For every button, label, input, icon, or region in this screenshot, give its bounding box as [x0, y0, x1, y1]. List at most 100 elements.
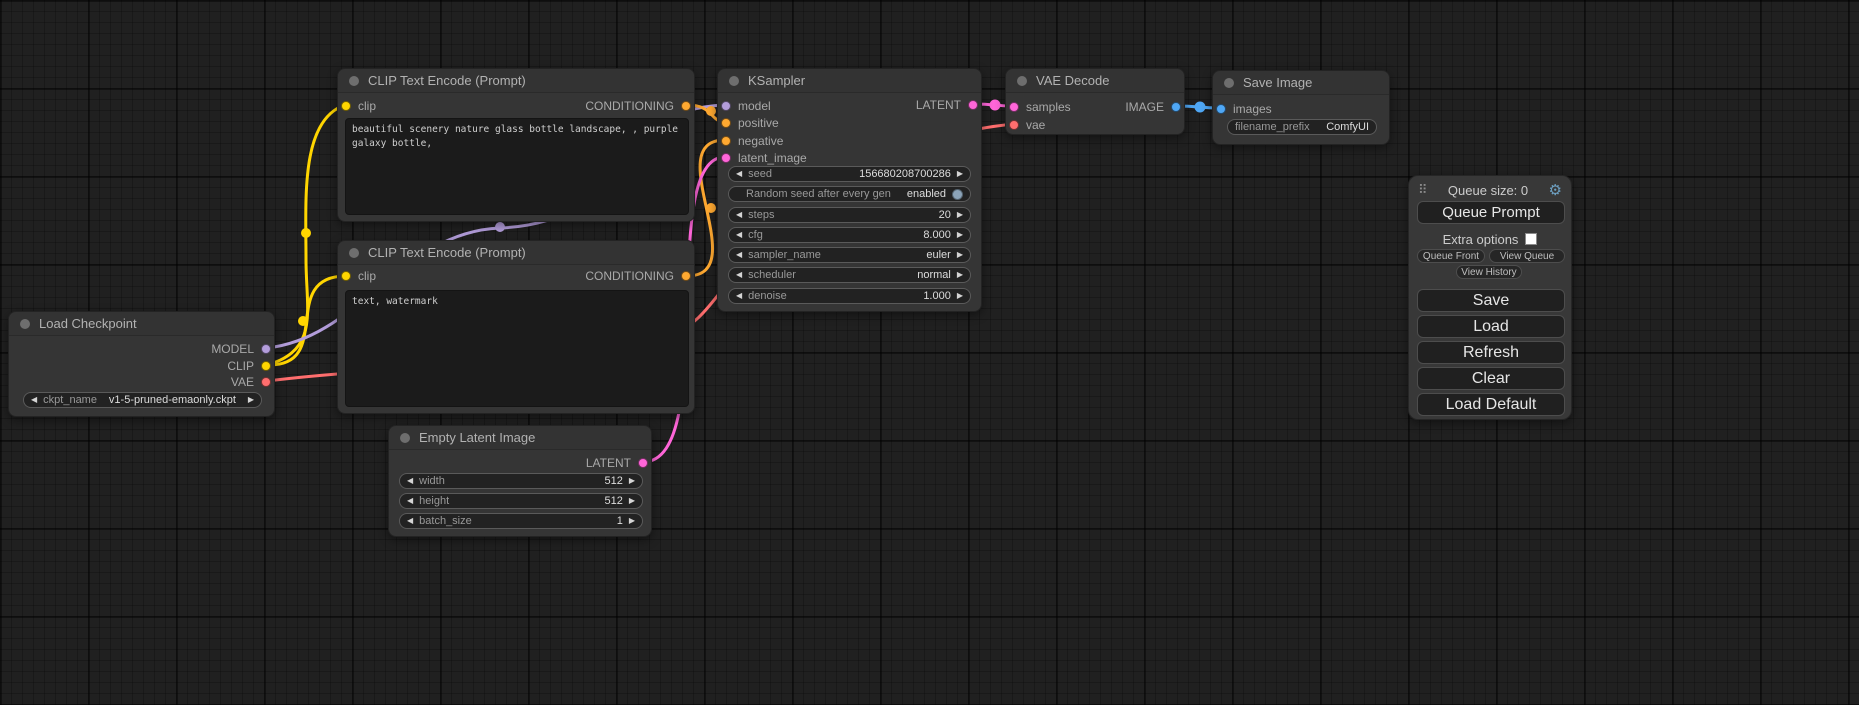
seed-widget[interactable]: ◀ seed 156680208700286 ▶	[728, 166, 971, 182]
node-collapse-dot[interactable]	[400, 433, 410, 443]
node-save-image[interactable]: Save Image images filename_prefix ComfyU…	[1212, 70, 1390, 145]
increment-arrow-icon[interactable]: ▶	[957, 170, 963, 178]
link-midpoint-dot[interactable]	[706, 203, 716, 213]
width-widget[interactable]: ◀ width 512 ▶	[399, 473, 643, 489]
image-output-dot[interactable]	[1171, 102, 1181, 112]
node-graph-canvas[interactable]: Load Checkpoint MODEL CLIP VAE ◀ ckpt_na…	[0, 0, 1859, 705]
vae-input-dot[interactable]	[1009, 120, 1019, 130]
refresh-button[interactable]: Refresh	[1417, 341, 1565, 364]
output-slot-image[interactable]: IMAGE	[1125, 100, 1181, 114]
prompt-textarea[interactable]: text, watermark	[345, 290, 689, 407]
output-slot-conditioning[interactable]: CONDITIONING	[585, 99, 691, 113]
random-seed-toggle-widget[interactable]: Random seed after every gen enabled	[728, 186, 971, 202]
link-midpoint-dot[interactable]	[1195, 102, 1206, 113]
latent-input-dot[interactable]	[721, 153, 731, 163]
input-slot-positive[interactable]: positive	[721, 116, 779, 130]
output-slot-model[interactable]: MODEL	[211, 342, 271, 356]
denoise-widget[interactable]: ◀ denoise 1.000 ▶	[728, 288, 971, 304]
latent-output-dot[interactable]	[638, 458, 648, 468]
decrement-arrow-icon[interactable]: ◀	[736, 271, 742, 279]
node-title-bar[interactable]: Empty Latent Image	[389, 426, 651, 450]
node-collapse-dot[interactable]	[349, 76, 359, 86]
output-slot-vae[interactable]: VAE	[231, 375, 271, 389]
increment-arrow-icon[interactable]: ▶	[957, 211, 963, 219]
link-midpoint-dot[interactable]	[298, 316, 308, 326]
node-collapse-dot[interactable]	[20, 319, 30, 329]
node-title-bar[interactable]: Save Image	[1213, 71, 1389, 95]
positive-input-dot[interactable]	[721, 118, 731, 128]
node-clip-text-encode-positive[interactable]: CLIP Text Encode (Prompt) clip CONDITION…	[337, 68, 695, 222]
ckpt-name-widget[interactable]: ◀ ckpt_name v1-5-pruned-emaonly.ckpt ▶	[23, 392, 262, 408]
queue-front-button[interactable]: Queue Front	[1417, 249, 1485, 263]
node-ksampler[interactable]: KSampler model positive negative latent_…	[717, 68, 982, 312]
images-input-dot[interactable]	[1216, 104, 1226, 114]
link-midpoint-dot[interactable]	[301, 228, 311, 238]
increment-arrow-icon[interactable]: ▶	[629, 497, 635, 505]
output-slot-latent[interactable]: LATENT	[586, 456, 648, 470]
input-slot-clip[interactable]: clip	[341, 99, 376, 113]
conditioning-output-dot[interactable]	[681, 271, 691, 281]
extra-options-checkbox[interactable]	[1525, 233, 1537, 245]
view-history-button[interactable]: View History	[1456, 265, 1522, 279]
view-queue-button[interactable]: View Queue	[1489, 249, 1565, 263]
output-slot-conditioning[interactable]: CONDITIONING	[585, 269, 691, 283]
input-slot-clip[interactable]: clip	[341, 269, 376, 283]
node-collapse-dot[interactable]	[1017, 76, 1027, 86]
node-collapse-dot[interactable]	[349, 248, 359, 258]
decrement-arrow-icon[interactable]: ◀	[736, 251, 742, 259]
samples-input-dot[interactable]	[1009, 102, 1019, 112]
node-title-bar[interactable]: KSampler	[718, 69, 981, 93]
clip-output-dot[interactable]	[261, 361, 271, 371]
save-button[interactable]: Save	[1417, 289, 1565, 312]
node-title-bar[interactable]: CLIP Text Encode (Prompt)	[338, 69, 694, 93]
cfg-widget[interactable]: ◀ cfg 8.000 ▶	[728, 227, 971, 243]
model-input-dot[interactable]	[721, 101, 731, 111]
node-empty-latent-image[interactable]: Empty Latent Image LATENT ◀ width 512 ▶ …	[388, 425, 652, 537]
sampler-name-widget[interactable]: ◀ sampler_name euler ▶	[728, 247, 971, 263]
input-slot-samples[interactable]: samples	[1009, 100, 1071, 114]
latent-output-dot[interactable]	[968, 100, 978, 110]
increment-arrow-icon[interactable]: ▶	[629, 477, 635, 485]
prompt-textarea[interactable]: beautiful scenery nature glass bottle la…	[345, 118, 689, 215]
increment-arrow-icon[interactable]: ▶	[957, 292, 963, 300]
increment-arrow-icon[interactable]: ▶	[248, 396, 254, 404]
queue-prompt-button[interactable]: Queue Prompt	[1417, 201, 1565, 224]
conditioning-output-dot[interactable]	[681, 101, 691, 111]
decrement-arrow-icon[interactable]: ◀	[736, 211, 742, 219]
node-title-bar[interactable]: Load Checkpoint	[9, 312, 274, 336]
input-slot-images[interactable]: images	[1216, 102, 1272, 116]
input-slot-vae[interactable]: vae	[1009, 118, 1045, 132]
vae-output-dot[interactable]	[261, 377, 271, 387]
node-clip-text-encode-negative[interactable]: CLIP Text Encode (Prompt) clip CONDITION…	[337, 240, 695, 414]
height-widget[interactable]: ◀ height 512 ▶	[399, 493, 643, 509]
decrement-arrow-icon[interactable]: ◀	[407, 497, 413, 505]
node-vae-decode[interactable]: VAE Decode samples vae IMAGE	[1005, 68, 1185, 135]
toggle-dot[interactable]	[952, 189, 963, 200]
input-slot-latent-image[interactable]: latent_image	[721, 151, 807, 165]
link-midpoint-dot[interactable]	[990, 100, 1001, 111]
increment-arrow-icon[interactable]: ▶	[957, 251, 963, 259]
clip-input-dot[interactable]	[341, 271, 351, 281]
negative-input-dot[interactable]	[721, 136, 731, 146]
increment-arrow-icon[interactable]: ▶	[629, 517, 635, 525]
load-button[interactable]: Load	[1417, 315, 1565, 338]
input-slot-model[interactable]: model	[721, 99, 771, 113]
gear-icon[interactable]: ⚙	[1549, 183, 1562, 198]
clip-input-dot[interactable]	[341, 101, 351, 111]
decrement-arrow-icon[interactable]: ◀	[31, 396, 37, 404]
node-title-bar[interactable]: VAE Decode	[1006, 69, 1184, 93]
decrement-arrow-icon[interactable]: ◀	[736, 292, 742, 300]
decrement-arrow-icon[interactable]: ◀	[736, 170, 742, 178]
link-midpoint-dot[interactable]	[495, 222, 505, 232]
output-slot-clip[interactable]: CLIP	[227, 359, 271, 373]
drag-handle-icon[interactable]: ⠿	[1418, 183, 1428, 198]
decrement-arrow-icon[interactable]: ◀	[407, 517, 413, 525]
decrement-arrow-icon[interactable]: ◀	[736, 231, 742, 239]
increment-arrow-icon[interactable]: ▶	[957, 271, 963, 279]
link-midpoint-dot[interactable]	[706, 106, 716, 116]
steps-widget[interactable]: ◀ steps 20 ▶	[728, 207, 971, 223]
output-slot-latent[interactable]: LATENT	[916, 98, 978, 112]
scheduler-widget[interactable]: ◀ scheduler normal ▶	[728, 267, 971, 283]
batch-size-widget[interactable]: ◀ batch_size 1 ▶	[399, 513, 643, 529]
clear-button[interactable]: Clear	[1417, 367, 1565, 390]
